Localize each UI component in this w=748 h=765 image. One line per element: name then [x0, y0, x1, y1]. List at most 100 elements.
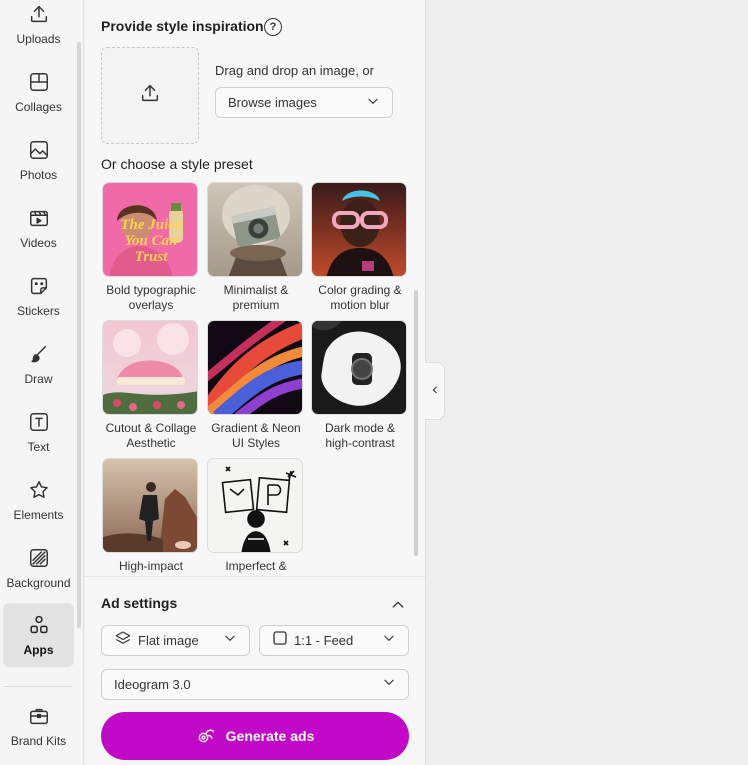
- rail-item-uploads[interactable]: Uploads: [3, 0, 74, 56]
- preset-caption-line2: motion blur: [330, 298, 390, 312]
- preset-bold-typographic[interactable]: The Juice You Can Trust Bold typographic…: [102, 182, 200, 313]
- apps-icon: [27, 613, 51, 637]
- browse-images-label: Browse images: [228, 95, 317, 110]
- chevron-left-icon: [430, 382, 440, 400]
- preset-caption: Cutout & Collage Aesthetic: [102, 421, 200, 451]
- preset-thumbnail: [207, 458, 303, 553]
- layers-icon: [114, 629, 132, 652]
- rail-item-draw[interactable]: Draw: [3, 332, 74, 396]
- rail-item-apps[interactable]: Apps: [3, 603, 74, 667]
- text-icon: [27, 410, 51, 434]
- preset-caption: Imperfect &: [207, 559, 305, 574]
- model-label: Ideogram 3.0: [114, 677, 191, 692]
- rail-label: Photos: [19, 168, 58, 182]
- chevron-down-icon: [223, 631, 237, 650]
- background-icon: [27, 546, 51, 570]
- panel-scrollbar[interactable]: [414, 290, 418, 556]
- format-label: Flat image: [138, 633, 199, 648]
- generate-ads-button[interactable]: Generate ads: [101, 712, 409, 760]
- chevron-up-icon[interactable]: [390, 597, 406, 618]
- inspiration-title: Provide style inspiration: [101, 18, 264, 34]
- briefcase-icon: [27, 704, 51, 728]
- rail-item-collages[interactable]: Collages: [3, 60, 74, 124]
- preset-caption: Dark mode & high-contrast: [311, 421, 409, 451]
- preset-minimalist-premium[interactable]: Minimalist & premium: [207, 182, 305, 313]
- thumb-text-line3: Trust: [135, 249, 169, 265]
- preset-color-grading[interactable]: Color grading & motion blur: [311, 182, 409, 313]
- rail-item-photos[interactable]: Photos: [3, 128, 74, 192]
- rail-item-brand-kits[interactable]: Brand Kits: [3, 694, 74, 758]
- thumb-text-line1: The Juice: [120, 217, 182, 233]
- thumb-text-line2: You Can: [125, 233, 178, 249]
- preset-cutout-collage[interactable]: Cutout & Collage Aesthetic: [102, 320, 200, 451]
- rail-label: Videos: [20, 236, 57, 250]
- preset-caption-line1: Gradient & Neon: [211, 421, 301, 435]
- ad-settings-title: Ad settings: [101, 595, 178, 611]
- rail-label: Text: [27, 440, 50, 454]
- photo-icon: [27, 138, 51, 162]
- browse-images-dropdown[interactable]: Browse images: [215, 87, 393, 118]
- rail-item-elements[interactable]: Elements: [3, 468, 74, 532]
- preset-title: Or choose a style preset: [101, 156, 253, 172]
- preset-caption: Minimalist & premium: [207, 283, 305, 313]
- preset-thumbnail: [102, 458, 198, 553]
- chevron-down-icon: [382, 675, 396, 694]
- rail-label: Brand Kits: [10, 734, 67, 748]
- aspect-ratio-dropdown[interactable]: 1:1 - Feed: [259, 625, 409, 656]
- rail-label: Uploads: [16, 32, 61, 46]
- rail-label: Draw: [24, 372, 53, 386]
- preset-dark-mode[interactable]: Dark mode & high-contrast: [311, 320, 409, 451]
- rail-divider: [4, 686, 72, 687]
- preset-caption-line1: Cutout & Collage: [105, 421, 197, 435]
- preset-gradient-neon[interactable]: Gradient & Neon UI Styles: [207, 320, 305, 451]
- drag-drop-text: Drag and drop an image, or: [215, 63, 374, 78]
- rail-label: Collages: [15, 100, 62, 114]
- preset-caption-line2: overlays: [128, 298, 174, 312]
- rail-label: Background: [6, 576, 71, 590]
- image-dropzone[interactable]: [101, 47, 199, 144]
- preset-caption-line1: Dark mode &: [324, 421, 396, 435]
- preset-caption: Gradient & Neon UI Styles: [207, 421, 305, 451]
- star-icon: [27, 478, 51, 502]
- aspect-ratio-label: 1:1 - Feed: [294, 633, 354, 648]
- brush-icon: [27, 342, 51, 366]
- rail-label: Stickers: [17, 304, 60, 318]
- preset-caption-line1: Color grading &: [318, 283, 402, 297]
- chevron-down-icon: [366, 94, 380, 111]
- preset-high-impact[interactable]: High-impact: [102, 458, 200, 574]
- sparkle-swirl-icon: [196, 725, 216, 748]
- preset-caption: High-impact: [102, 559, 200, 574]
- upload-icon: [139, 82, 161, 109]
- preset-thumbnail: [207, 182, 303, 277]
- style-panel: Provide style inspiration ? Drag and dro…: [85, 0, 425, 765]
- preset-imperfect[interactable]: Imperfect &: [207, 458, 305, 574]
- rail-item-videos[interactable]: Videos: [3, 196, 74, 260]
- preset-caption-line2: high-contrast: [325, 436, 395, 450]
- rail-label: Elements: [13, 508, 64, 522]
- preset-thumbnail: [102, 320, 198, 415]
- preset-caption-line1: Minimalist &: [223, 283, 289, 297]
- preset-caption-line1: Imperfect &: [225, 559, 287, 573]
- collage-icon: [27, 70, 51, 94]
- rail-item-stickers[interactable]: Stickers: [3, 264, 74, 328]
- model-dropdown[interactable]: Ideogram 3.0: [101, 669, 409, 700]
- help-icon[interactable]: ?: [264, 18, 282, 36]
- design-canvas[interactable]: [425, 0, 748, 765]
- format-dropdown[interactable]: Flat image: [101, 625, 250, 656]
- rail-label: Apps: [23, 643, 54, 657]
- rail-item-background[interactable]: Background: [3, 536, 74, 600]
- preset-thumbnail: [311, 320, 407, 415]
- rail-item-text[interactable]: Text: [3, 400, 74, 464]
- video-icon: [27, 206, 51, 230]
- preset-thumbnail: The Juice You Can Trust: [102, 182, 198, 277]
- square-icon: [272, 630, 288, 651]
- preset-thumbnail: [207, 320, 303, 415]
- preset-caption-line2: Aesthetic: [126, 436, 176, 450]
- preset-caption: Color grading & motion blur: [311, 283, 409, 313]
- preset-caption: Bold typographic overlays: [102, 283, 200, 313]
- sticker-icon: [27, 274, 51, 298]
- preset-caption-line1: Bold typographic: [106, 283, 196, 297]
- collapse-panel-button[interactable]: [425, 362, 445, 420]
- rail-scrollbar[interactable]: [77, 42, 81, 628]
- preset-caption-line2: premium: [232, 298, 280, 312]
